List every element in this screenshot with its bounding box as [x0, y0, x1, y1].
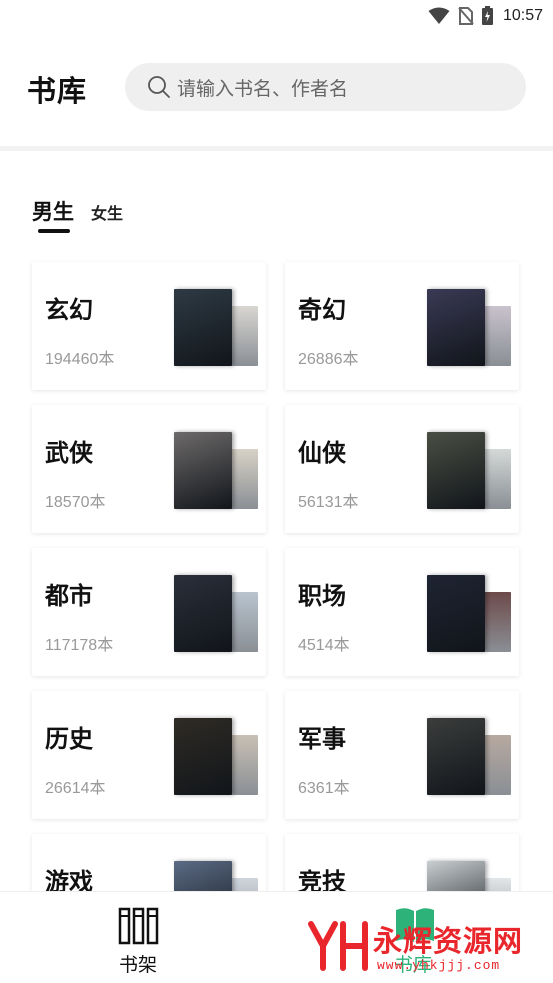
- nav-bookshelf[interactable]: 书架: [108, 904, 170, 976]
- nav-bookshelf-label: 书架: [119, 954, 158, 976]
- header: 书库 请输入书名、作者名: [0, 32, 553, 146]
- tab-female[interactable]: 女生: [91, 200, 123, 224]
- category-name: 仙侠: [298, 439, 346, 467]
- category-name: 奇幻: [298, 296, 346, 324]
- book-cover: [427, 289, 485, 366]
- category-name: 军事: [298, 725, 346, 753]
- category-card-wuxia[interactable]: 武侠 18570本: [32, 405, 266, 533]
- category-card-dushi[interactable]: 都市 117178本: [32, 548, 266, 676]
- status-time: 10:57: [502, 6, 543, 24]
- book-cover: [427, 718, 485, 795]
- category-count: 117178本: [45, 637, 114, 654]
- tab-male[interactable]: 男生: [32, 196, 74, 226]
- active-tab-indicator: [38, 229, 70, 233]
- book-cover: [174, 432, 232, 509]
- category-name: 历史: [45, 725, 93, 753]
- category-card-qihuan[interactable]: 奇幻 26886本: [285, 262, 519, 390]
- search-input[interactable]: 请输入书名、作者名: [125, 63, 526, 111]
- bookshelf-icon: [118, 907, 159, 945]
- category-name: 玄幻: [45, 296, 93, 324]
- book-cover: [174, 289, 232, 366]
- status-icons: 10:57: [428, 6, 543, 25]
- watermark: 永辉资源网 www.yhkjjj.com: [305, 912, 545, 982]
- category-card-zhichang[interactable]: 职场 4514本: [285, 548, 519, 676]
- book-cover: [174, 575, 232, 652]
- no-sim-icon: [458, 6, 474, 25]
- book-cover: [427, 575, 485, 652]
- category-count: 18570本: [45, 494, 106, 511]
- header-divider: [0, 146, 553, 151]
- watermark-url: www.yhkjjj.com: [377, 958, 501, 973]
- page-title: 书库: [27, 74, 88, 108]
- category-count: 194460本: [45, 351, 115, 368]
- category-count: 56131本: [298, 494, 359, 511]
- book-cover: [427, 432, 485, 509]
- category-card-xianxia[interactable]: 仙侠 56131本: [285, 405, 519, 533]
- category-count: 4514本: [298, 637, 350, 654]
- battery-charging-icon: [481, 6, 493, 25]
- yh-logo-icon: [308, 921, 368, 971]
- category-name: 武侠: [45, 439, 93, 467]
- wifi-icon: [428, 7, 450, 24]
- search-placeholder: 请输入书名、作者名: [177, 77, 349, 100]
- watermark-text: 永辉资源网: [373, 924, 524, 958]
- category-count: 6361本: [298, 780, 350, 797]
- category-card-lishi[interactable]: 历史 26614本: [32, 691, 266, 819]
- category-name: 都市: [45, 582, 93, 610]
- category-card-junshi[interactable]: 军事 6361本: [285, 691, 519, 819]
- category-name: 职场: [298, 582, 346, 610]
- category-card-xuanhuan[interactable]: 玄幻 194460本: [32, 262, 266, 390]
- search-icon: [148, 76, 170, 98]
- status-bar: 10:57: [0, 0, 553, 32]
- category-count: 26886本: [298, 351, 359, 368]
- book-cover: [174, 718, 232, 795]
- category-count: 26614本: [45, 780, 106, 797]
